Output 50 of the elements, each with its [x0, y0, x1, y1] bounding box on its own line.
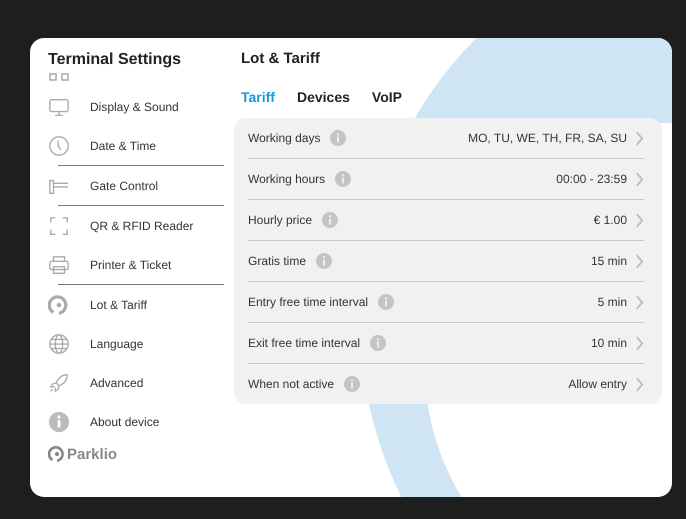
sidebar-item[interactable]: Lot & Tariff: [48, 285, 224, 324]
chevron-right-icon[interactable]: [635, 376, 644, 392]
setting-label: Hourly price: [248, 213, 312, 227]
chevron-right-icon[interactable]: [635, 212, 644, 228]
setting-label: Working hours: [248, 172, 326, 186]
setting-value[interactable]: 15 min: [590, 254, 627, 268]
scan-frame-icon: [48, 214, 70, 236]
info-icon[interactable]: [330, 130, 346, 146]
sidebar-item[interactable]: Printer & Ticket: [48, 245, 224, 284]
setting-value[interactable]: 10 min: [590, 336, 627, 350]
sidebar-item[interactable]: QR & RFID Reader: [48, 206, 224, 245]
tab[interactable]: Devices: [296, 89, 350, 105]
chevron-right-icon[interactable]: [635, 172, 644, 186]
setting-label: Exit free time interval: [248, 336, 360, 350]
chevron-right-icon[interactable]: [635, 294, 644, 310]
sidebar-item[interactable]: About device: [48, 402, 224, 441]
sidebar-title: Terminal Settings: [48, 51, 182, 70]
sidebar-item[interactable]: Display & Sound: [48, 87, 224, 126]
sidebar-item[interactable]: Advanced: [48, 363, 224, 402]
setting-label: When not active: [248, 377, 334, 391]
network-icon: [49, 73, 69, 81]
setting-value[interactable]: € 1.00: [594, 213, 627, 227]
setting-label: Gratis time: [248, 254, 306, 268]
info-icon[interactable]: [378, 294, 394, 310]
chevron-right-icon[interactable]: [635, 336, 644, 350]
sidebar-item[interactable]: Date & Time: [48, 126, 224, 165]
sidebar-item[interactable]: Language: [48, 324, 224, 363]
rocket-icon: [48, 372, 70, 394]
info-icon: [48, 410, 70, 432]
sidebar-item[interactable]: Gate Control: [48, 166, 224, 205]
info-icon[interactable]: [335, 171, 352, 187]
info-icon[interactable]: [316, 253, 332, 269]
parking-pin-icon: [48, 294, 70, 316]
setting-value[interactable]: 5 min: [598, 295, 627, 309]
info-icon[interactable]: [344, 376, 360, 392]
setting-value[interactable]: 00:00 - 23:59: [556, 172, 627, 186]
setting-value[interactable]: Allow entry: [568, 377, 627, 391]
tab[interactable]: VoIP: [372, 89, 402, 105]
info-icon[interactable]: [370, 335, 386, 351]
info-icon[interactable]: [322, 212, 338, 228]
clock-icon: [48, 134, 70, 156]
brand-logo: Parklio: [48, 445, 118, 463]
globe-icon: [48, 332, 70, 354]
setting-label: Entry free time interval: [248, 295, 368, 309]
printer-icon: [48, 254, 70, 276]
chevron-right-icon[interactable]: [635, 254, 644, 268]
page-title: Lot & Tariff: [241, 50, 321, 67]
setting-value[interactable]: MO, TU, WE, TH, FR, SA, SU: [468, 131, 627, 145]
chevron-right-icon[interactable]: [635, 130, 644, 146]
setting-label: Working days: [248, 131, 320, 145]
